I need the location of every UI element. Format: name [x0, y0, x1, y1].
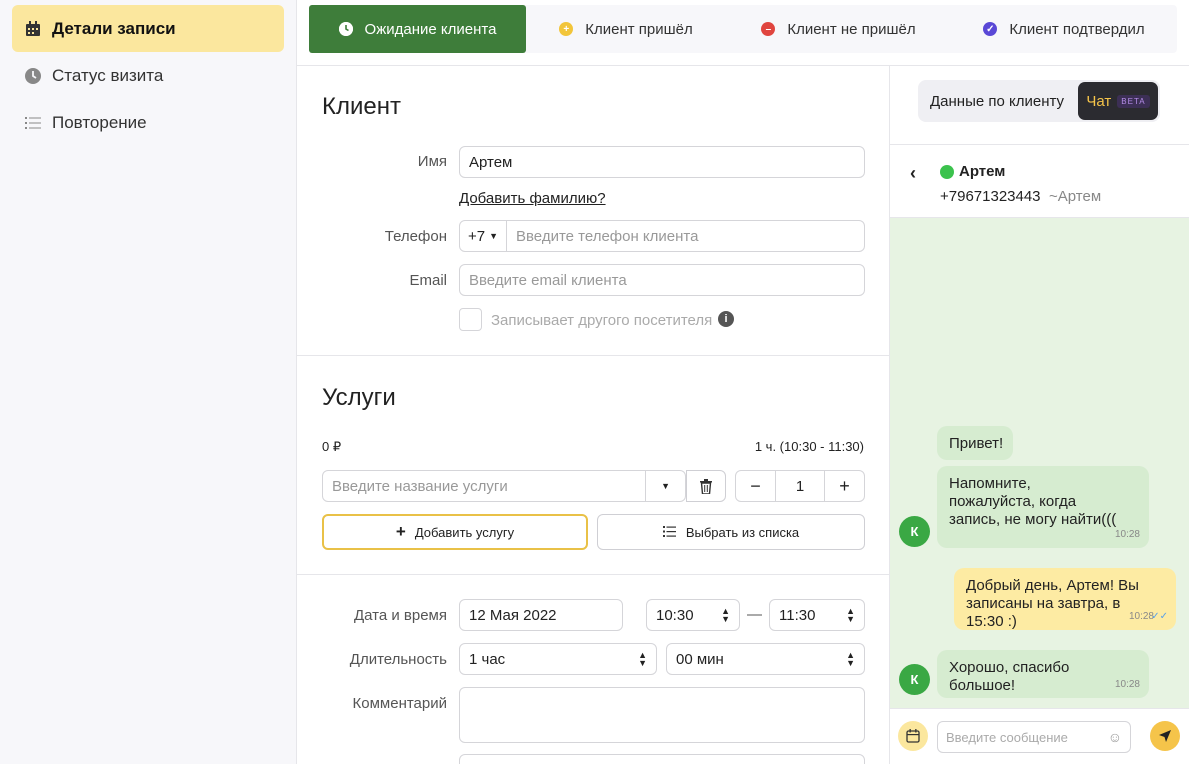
quantity-value[interactable]: 1 [776, 478, 824, 495]
contact-alias: ~Артем [1049, 188, 1102, 205]
name-label: Имя [417, 153, 447, 170]
clock-icon [24, 67, 42, 85]
add-surname-link[interactable]: Добавить фамилию? [459, 190, 606, 207]
appointment-form: Клиент Имя Артем Добавить фамилию? Телеф… [297, 66, 889, 764]
panel-toggle: Данные по клиенту Чат BETA [918, 80, 1160, 122]
updown-icon: ▲ ▼ [638, 650, 647, 668]
email-input[interactable]: Введите email клиента [459, 264, 865, 296]
caret-down-icon[interactable]: ▼ [645, 471, 685, 501]
duration-label: Длительность [349, 651, 447, 668]
comment-textarea[interactable] [459, 687, 865, 743]
chat-input-bar: Введите сообщение ☺ [890, 708, 1189, 764]
contact-name: Артем [959, 163, 1006, 180]
email-label: Email [409, 272, 447, 289]
send-button[interactable] [1150, 721, 1180, 751]
tab-client-arrived[interactable]: + Клиент пришёл [526, 5, 726, 53]
comment-label: Комментарий [352, 695, 447, 712]
tab-client-confirmed[interactable]: ✓ Клиент подтвердил [951, 5, 1177, 53]
phone-input[interactable]: Введите телефон клиента [507, 228, 698, 245]
beta-badge: BETA [1117, 94, 1150, 108]
tab-waiting-client[interactable]: Ожидание клиента [309, 5, 526, 53]
send-icon [1159, 730, 1171, 742]
chat-header: ‹ Артем +79671323443 ~Артем [890, 144, 1189, 218]
phone-field: +7 ▼ Введите телефон клиента [459, 220, 865, 252]
list-icon [24, 114, 42, 132]
quantity-stepper: − 1 + [735, 470, 865, 502]
sidebar-item-appointment-details[interactable]: Детали записи [12, 5, 284, 52]
sidebar-item-repeat[interactable]: Повторение [12, 99, 284, 146]
sidebar: Детали записи Статус визита Повторение [0, 0, 297, 764]
choose-from-list-button[interactable]: Выбрать из списка [597, 514, 865, 550]
plus-icon: + [395, 522, 406, 541]
message-out: Добрый день, Артем! Вы записаны на завтр… [954, 568, 1176, 630]
name-field[interactable]: Артем [459, 146, 865, 178]
whatsapp-icon [940, 165, 954, 179]
other-visitor-checkbox[interactable] [459, 308, 482, 331]
back-icon[interactable]: ‹ [910, 163, 916, 184]
decrement-button[interactable]: − [736, 471, 776, 501]
duration-hours-select[interactable]: 1 час ▲ ▼ [459, 643, 657, 675]
phone-label: Телефон [384, 228, 447, 245]
service-input[interactable]: Введите название услуги [323, 478, 645, 495]
services-price: 0 ₽ [322, 439, 342, 454]
other-visitor-label: Записывает другого посетителя [491, 312, 713, 329]
message-input[interactable]: Введите сообщение ☺ [937, 721, 1131, 753]
client-section-title: Клиент [322, 93, 401, 120]
avatar: К [899, 516, 930, 547]
increment-button[interactable]: + [824, 471, 864, 501]
start-time-select[interactable]: 10:30 ▲ ▼ [646, 599, 740, 631]
divider [297, 355, 889, 356]
updown-icon: ▲ ▼ [846, 606, 855, 624]
delete-service-button[interactable] [686, 470, 726, 502]
datetime-label: Дата и время [353, 607, 447, 624]
sidebar-item-label: Детали записи [52, 18, 176, 38]
updown-icon: ▲ ▼ [846, 650, 855, 668]
chat-panel: Данные по клиенту Чат BETA ‹ Артем +7967… [889, 66, 1189, 764]
client-data-tab[interactable]: Данные по клиенту [918, 93, 1078, 110]
extra-field[interactable] [459, 754, 865, 764]
chat-tab[interactable]: Чат BETA [1078, 82, 1158, 120]
contact-phone: +79671323443 [940, 188, 1041, 205]
sidebar-item-visit-status[interactable]: Статус визита [12, 52, 284, 99]
check-circle-icon: ✓ [983, 22, 998, 36]
duration-minutes-select[interactable]: 00 мин ▲ ▼ [666, 643, 865, 675]
read-checkmarks-icon: ✓✓ [1151, 611, 1168, 622]
phone-code-select[interactable]: +7 ▼ [460, 221, 507, 251]
time-range-dash: — [747, 606, 762, 623]
minus-circle-icon: – [761, 22, 776, 36]
calendar-icon [24, 20, 42, 38]
visit-status-tabs: Ожидание клиента + Клиент пришёл – Клиен… [309, 5, 1177, 53]
list-icon [662, 525, 676, 540]
avatar: К [899, 664, 930, 695]
end-time-select[interactable]: 11:30 ▲ ▼ [769, 599, 865, 631]
sidebar-item-label: Статус визита [52, 65, 164, 85]
emoji-icon[interactable]: ☺ [1108, 729, 1122, 745]
date-input[interactable]: 12 Мая 2022 [459, 599, 623, 631]
divider [297, 574, 889, 575]
add-service-button[interactable]: + Добавить услугу [322, 514, 588, 550]
services-duration: 1 ч. (10:30 - 11:30) [754, 439, 864, 454]
trash-icon [700, 478, 712, 494]
calendar-icon[interactable] [898, 721, 928, 751]
caret-down-icon: ▼ [489, 231, 499, 241]
plus-circle-icon: + [559, 22, 574, 36]
service-field: Введите название услуги ▼ [322, 470, 686, 502]
message-in: Напомните, пожалуйста, когда запись, не … [937, 466, 1149, 548]
services-section-title: Услуги [322, 384, 396, 411]
message-in: Привет! [937, 426, 1013, 460]
clock-icon [338, 22, 353, 36]
tab-client-no-show[interactable]: – Клиент не пришёл [726, 5, 951, 53]
chat-messages: Привет! Напомните, пожалуйста, когда зап… [890, 218, 1189, 708]
info-icon[interactable]: i [718, 311, 734, 327]
updown-icon: ▲ ▼ [721, 606, 730, 624]
message-in: Хорошо, спасибо большое! 10:28 [937, 650, 1149, 698]
sidebar-item-label: Повторение [52, 112, 147, 132]
